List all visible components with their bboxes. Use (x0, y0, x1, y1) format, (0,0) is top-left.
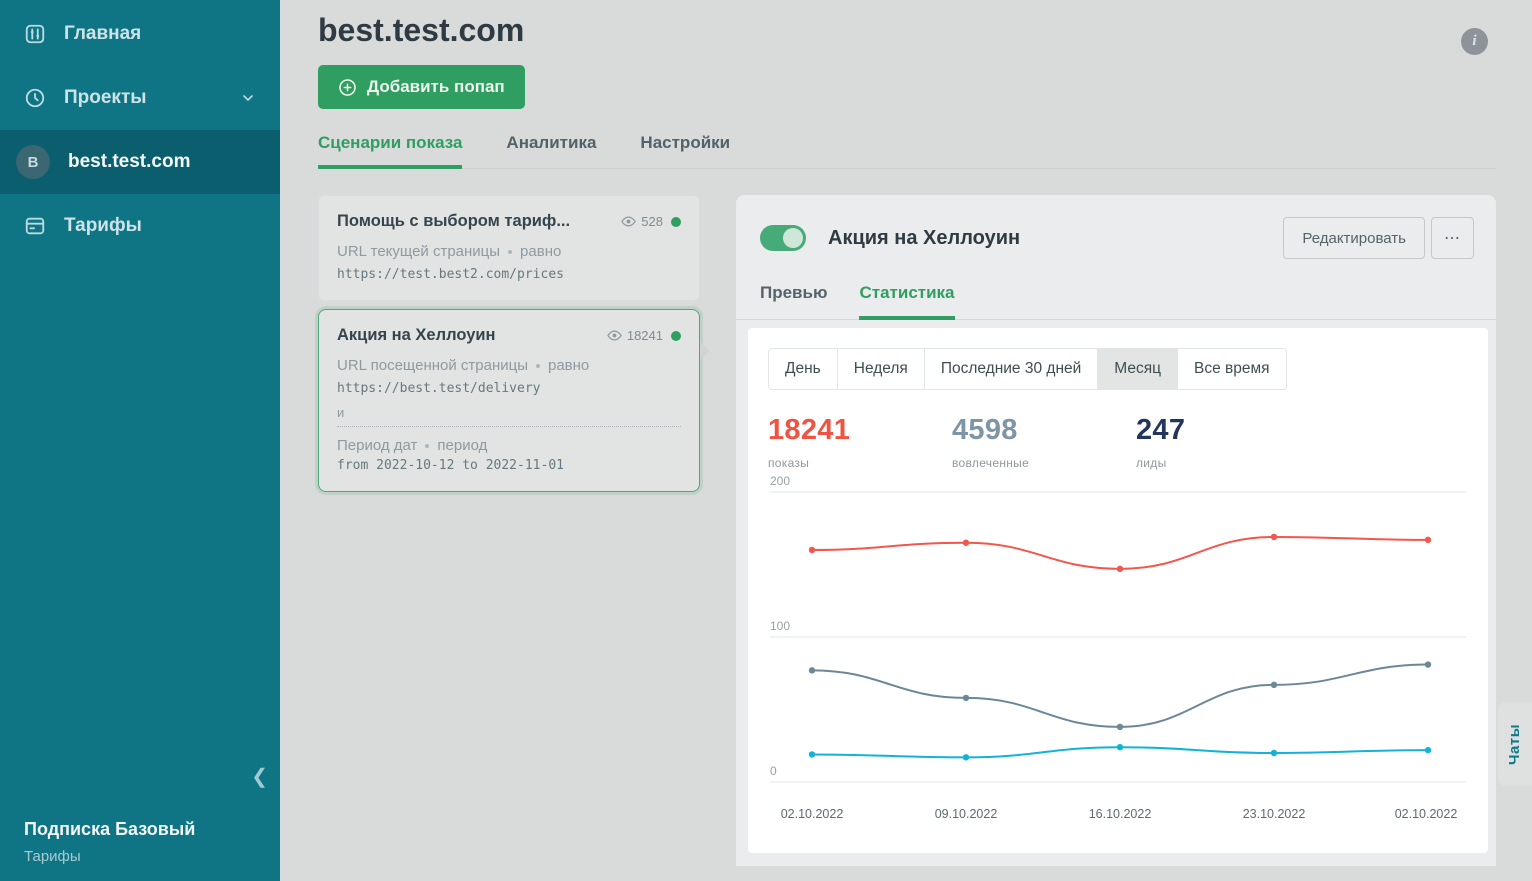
main-area: best.test.com i Добавить попап Сценарии … (280, 0, 1532, 881)
separator-dot (425, 444, 429, 448)
tab-analytics[interactable]: Аналитика (506, 133, 596, 168)
page-title: best.test.com (318, 12, 1496, 49)
plus-circle-icon (338, 78, 357, 97)
chats-tab-label: Чаты (1507, 723, 1524, 764)
edit-button[interactable]: Редактировать (1283, 217, 1425, 259)
sidebar: Главная Проекты B best.test.com Тарифы ❮… (0, 0, 280, 881)
status-dot-active (671, 331, 681, 341)
dashboard-icon (24, 23, 46, 45)
sidebar-item-tariffs[interactable]: Тарифы (0, 194, 280, 258)
condition-type: Период дат (337, 437, 417, 454)
tab-preview[interactable]: Превью (760, 283, 827, 319)
tab-settings[interactable]: Настройки (640, 133, 730, 168)
eye-icon (607, 328, 622, 343)
svg-text:09.10.2022: 09.10.2022 (935, 807, 998, 821)
range-last30-button[interactable]: Последние 30 дней (925, 349, 1098, 389)
info-icon[interactable]: i (1461, 28, 1488, 55)
eye-icon (621, 214, 636, 229)
condition-type: URL посещенной страницы (337, 357, 528, 374)
sidebar-item-home[interactable]: Главная (0, 2, 280, 66)
svg-text:16.10.2022: 16.10.2022 (1089, 807, 1152, 821)
metric-leads-value: 247 (1136, 414, 1320, 447)
dotted-divider (337, 426, 681, 427)
metric-engaged-label: вовлеченные (952, 456, 1136, 470)
tab-scenarios[interactable]: Сценарии показа (318, 133, 462, 169)
range-day-button[interactable]: День (769, 349, 838, 389)
sidebar-item-label: Тарифы (64, 215, 142, 237)
views-counter: 528 (621, 214, 663, 229)
condition-operator: период (437, 437, 487, 454)
scenario-card-halloween[interactable]: Акция на Хеллоуин 18241 URL посещенной с… (318, 309, 700, 492)
condition-operator: равно (548, 357, 589, 374)
detail-tabs: Превью Статистика (736, 283, 1496, 320)
sidebar-item-label: best.test.com (68, 151, 190, 173)
metric-engaged-value: 4598 (952, 414, 1136, 447)
range-month-button[interactable]: Месяц (1098, 349, 1178, 389)
status-dot-active (671, 217, 681, 227)
tariffs-icon (24, 215, 46, 237)
more-options-button[interactable]: ⋯ (1431, 217, 1474, 259)
condition-operator: равно (520, 243, 561, 260)
sidebar-nav: Главная Проекты B best.test.com Тарифы (0, 0, 280, 258)
metric-leads: 247 лиды (1136, 414, 1320, 470)
condition-value: https://test.best2.com/prices (337, 267, 681, 282)
metric-views-value: 18241 (768, 414, 952, 447)
popup-title: Акция на Хеллоуин (828, 227, 1283, 250)
selected-card-pointer (700, 342, 710, 360)
sidebar-item-projects[interactable]: Проекты (0, 66, 280, 130)
condition-value: https://best.test/delivery (337, 381, 681, 396)
subscription-tariffs-link[interactable]: Тарифы (24, 848, 195, 865)
sidebar-item-project-best-test-com[interactable]: B best.test.com (0, 130, 280, 194)
add-popup-label: Добавить попап (367, 77, 505, 97)
tab-statistics[interactable]: Статистика (859, 283, 954, 320)
views-counter: 18241 (607, 328, 663, 343)
svg-text:100: 100 (770, 619, 790, 633)
chevron-down-icon (240, 90, 256, 106)
projects-icon (24, 87, 46, 109)
condition-joiner: и (337, 405, 681, 420)
metric-engaged: 4598 вовлеченные (952, 414, 1136, 470)
metric-views: 18241 показы (768, 414, 952, 470)
sidebar-item-label: Проекты (64, 87, 146, 109)
metric-leads-label: лиды (1136, 456, 1320, 470)
svg-text:0: 0 (770, 764, 777, 778)
sidebar-collapse-button[interactable]: ❮ (251, 764, 268, 789)
condition-type: URL текущей страницы (337, 243, 500, 260)
line-chart: 200 100 0 02.10.2022 09.10.2022 16.10.2022 23.… (768, 474, 1468, 826)
separator-dot (536, 364, 540, 368)
scenario-title: Акция на Хеллоуин (337, 326, 597, 345)
range-alltime-button[interactable]: Все время (1178, 349, 1286, 389)
scenario-list: Помощь с выбором тариф... 528 URL текуще… (318, 195, 700, 866)
svg-text:02.10.2022: 02.10.2022 (1395, 807, 1458, 821)
chats-tab[interactable]: Чаты (1498, 702, 1532, 786)
statistics-panel: День Неделя Последние 30 дней Месяц Все … (748, 328, 1488, 853)
subscription-plan-label: Подписка Базовый (24, 819, 195, 840)
add-popup-button[interactable]: Добавить попап (318, 65, 525, 109)
condition-value: from 2022-10-12 to 2022-11-01 (337, 458, 564, 473)
scenario-title: Помощь с выбором тариф... (337, 212, 611, 231)
toggle-knob (783, 228, 803, 248)
popup-enabled-toggle[interactable] (760, 225, 806, 251)
metric-views-label: показы (768, 456, 952, 470)
stats-chart: 200 100 0 02.10.2022 09.10.2022 16.10.2022 23.… (768, 474, 1468, 826)
subscription-block: Подписка Базовый Тарифы (24, 819, 195, 865)
svg-text:23.10.2022: 23.10.2022 (1243, 807, 1306, 821)
popup-detail-panel: Акция на Хеллоуин Редактировать ⋯ Превью… (736, 195, 1496, 866)
date-range-selector: День Неделя Последние 30 дней Месяц Все … (768, 348, 1287, 390)
metrics-row: 18241 показы 4598 вовлеченные 247 лиды (768, 414, 1468, 470)
main-tabs: Сценарии показа Аналитика Настройки (318, 133, 1496, 169)
range-week-button[interactable]: Неделя (838, 349, 925, 389)
sidebar-item-label: Главная (64, 23, 141, 45)
svg-text:02.10.2022: 02.10.2022 (781, 807, 844, 821)
separator-dot (508, 250, 512, 254)
project-avatar: B (16, 145, 50, 179)
scenario-card-tariff-help[interactable]: Помощь с выбором тариф... 528 URL текуще… (318, 195, 700, 301)
svg-text:200: 200 (770, 474, 790, 488)
